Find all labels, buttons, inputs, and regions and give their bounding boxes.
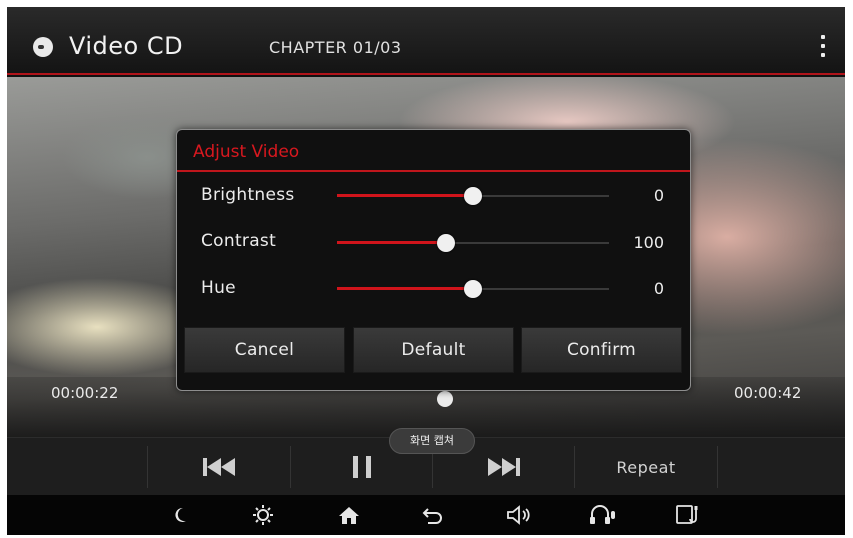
hue-value: 0 — [653, 279, 664, 298]
slider-thumb[interactable] — [436, 234, 455, 252]
previous-track-button[interactable] — [148, 438, 290, 496]
slider-fill — [337, 241, 446, 244]
dialog-title: Adjust Video — [193, 142, 300, 162]
seek-thumb[interactable] — [437, 391, 453, 407]
brightness-slider[interactable] — [337, 187, 609, 205]
header-bar: Video CD CHAPTER 01/03 — [7, 7, 845, 75]
slider-fill — [337, 194, 473, 197]
default-button[interactable]: Default — [353, 327, 514, 373]
home-button[interactable] — [331, 495, 367, 535]
back-icon — [422, 508, 442, 524]
pause-icon — [352, 456, 371, 478]
page-title: Video CD — [69, 32, 184, 60]
repeat-label: Repeat — [616, 457, 676, 477]
repeat-button[interactable]: Repeat — [575, 438, 717, 496]
hue-label: Hue — [201, 278, 236, 298]
brightness-button[interactable] — [245, 495, 281, 535]
contrast-value: 100 — [633, 233, 664, 252]
brightness-label: Brightness — [201, 185, 295, 205]
hue-slider[interactable] — [337, 280, 609, 298]
voice-button[interactable] — [585, 495, 621, 535]
previous-track-icon — [203, 458, 235, 476]
screen-capture-tooltip[interactable]: 화면 캡쳐 — [389, 428, 475, 454]
contrast-slider[interactable] — [337, 234, 609, 252]
divider — [717, 446, 718, 488]
slider-fill — [337, 287, 473, 290]
brightness-value: 0 — [653, 186, 664, 205]
phone-projection-icon — [676, 505, 698, 524]
night-mode-icon — [175, 507, 186, 522]
slider-thumb[interactable] — [464, 280, 482, 298]
disc-icon — [33, 37, 53, 57]
chapter-indicator: CHAPTER 01/03 — [269, 38, 402, 57]
back-button[interactable] — [415, 495, 451, 535]
volume-icon — [507, 505, 530, 525]
voice-icon — [590, 505, 615, 524]
next-track-icon — [487, 458, 520, 476]
phone-projection-button[interactable] — [671, 495, 707, 535]
total-time: 00:00:42 — [734, 384, 802, 402]
volume-button[interactable] — [501, 495, 537, 535]
home-icon — [339, 507, 359, 524]
system-bar — [7, 495, 845, 535]
slider-thumb[interactable] — [464, 187, 482, 205]
adjust-video-dialog: Adjust Video Brightness 0 Contrast 100 H… — [176, 129, 691, 391]
brightness-icon — [253, 505, 273, 525]
contrast-label: Contrast — [201, 231, 277, 251]
elapsed-time: 00:00:22 — [51, 384, 119, 402]
dialog-divider — [177, 170, 690, 172]
more-menu-icon[interactable] — [813, 33, 833, 61]
night-mode-button[interactable] — [163, 495, 199, 535]
cancel-button[interactable]: Cancel — [184, 327, 345, 373]
confirm-button[interactable]: Confirm — [521, 327, 682, 373]
